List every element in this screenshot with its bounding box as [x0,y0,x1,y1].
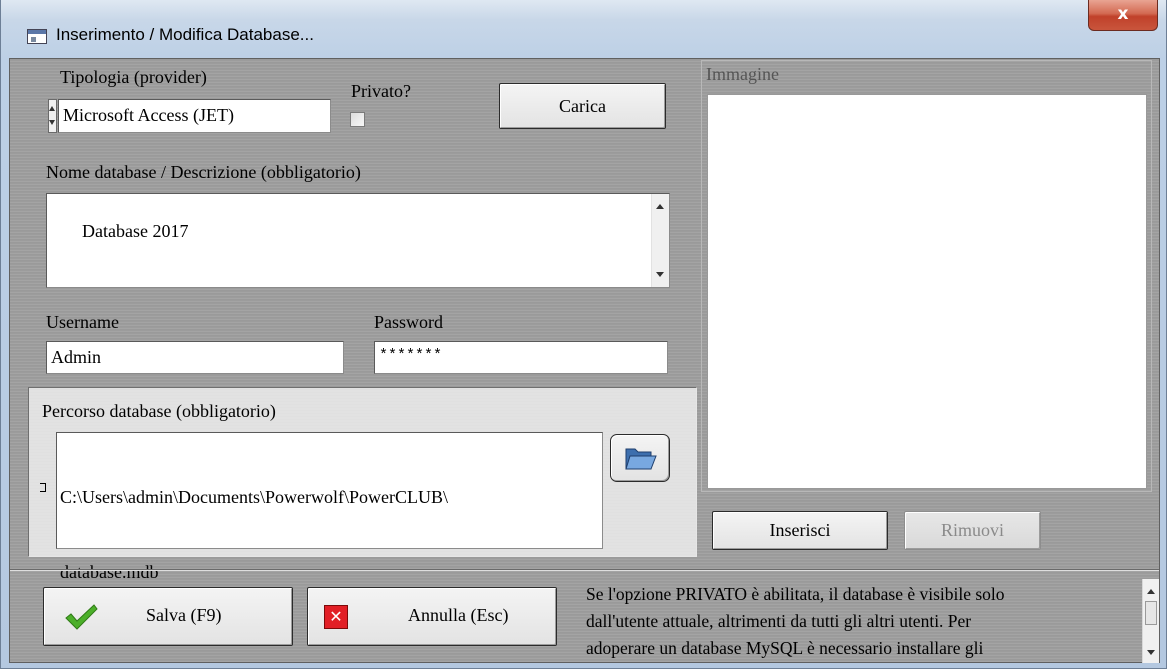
immagine-group: Immagine [701,60,1152,492]
password-input[interactable]: ******* [374,341,668,374]
nome-value: Database 2017 [82,221,189,241]
close-button[interactable]: x [1088,0,1158,31]
provider-label: Tipologia (provider) [60,67,207,87]
info-line-3: adoperare un database MySQL è necessario… [586,638,984,658]
nome-label: Nome database / Descrizione (obbligatori… [46,162,361,182]
window-app-icon [27,29,47,44]
info-scrollbar[interactable] [1142,579,1159,663]
immagine-label: Immagine [706,64,779,84]
rimuovi-button[interactable]: Rimuovi [904,511,1041,550]
username-input[interactable]: Admin [46,341,344,374]
nome-scrollbar[interactable] [651,194,669,287]
scroll-thumb[interactable] [1145,601,1157,625]
scroll-up-icon [656,204,664,209]
red-x-icon: ✕ [324,605,348,629]
green-check-icon [65,604,98,630]
salva-label: Salva (F9) [146,605,222,625]
percorso-textarea[interactable]: C:\Users\admin\Documents\Powerwolf\Power… [56,432,603,582]
dialog-client-area: Tipologia (provider) Microsoft Access (J… [9,58,1160,663]
percorso-label: Percorso database (obbligatorio) [42,401,276,421]
password-label: Password [374,312,444,332]
provider-select[interactable]: Microsoft Access (JET) [58,99,331,133]
dialog-window: Inserimento / Modifica Database... x Tip… [0,0,1167,669]
info-text-box[interactable]: Se l'opzione PRIVATO è abilitata, il dat… [586,579,1159,663]
scroll-up-icon [1147,589,1155,594]
annulla-button[interactable]: ✕ Annulla (Esc) [307,587,557,646]
inserisci-button[interactable]: Inserisci [712,511,888,550]
image-preview-area[interactable] [707,94,1147,489]
username-label: Username [46,312,119,332]
scroll-down-icon [1147,650,1155,655]
window-title: Inserimento / Modifica Database... [56,25,314,44]
carica-button[interactable]: Carica [499,83,666,129]
text-cursor-icon [40,483,46,492]
privato-checkbox[interactable] [350,112,365,127]
percorso-line1: C:\Users\admin\Documents\Powerwolf\Power… [60,487,448,507]
spinner-up-icon [49,106,55,111]
footer-divider [10,569,1159,571]
info-line-1: Se l'opzione PRIVATO è abilitata, il dat… [586,584,1005,604]
browse-folder-button[interactable] [610,434,670,482]
scroll-down-icon [656,272,664,277]
folder-open-icon [625,448,657,470]
percorso-line2: database.mdb [60,562,159,582]
percorso-group: Percorso database (obbligatorio) C:\User… [28,387,697,582]
provider-spinner[interactable] [48,99,57,133]
spinner-down-icon [49,120,55,125]
nome-textarea[interactable]: Database 2017 [46,193,670,288]
info-line-2: dall'utente attuale, altrimenti da tutti… [586,611,972,631]
annulla-label: Annulla (Esc) [408,605,509,625]
salva-button[interactable]: Salva (F9) [43,587,293,646]
privato-label: Privato? [351,81,411,101]
